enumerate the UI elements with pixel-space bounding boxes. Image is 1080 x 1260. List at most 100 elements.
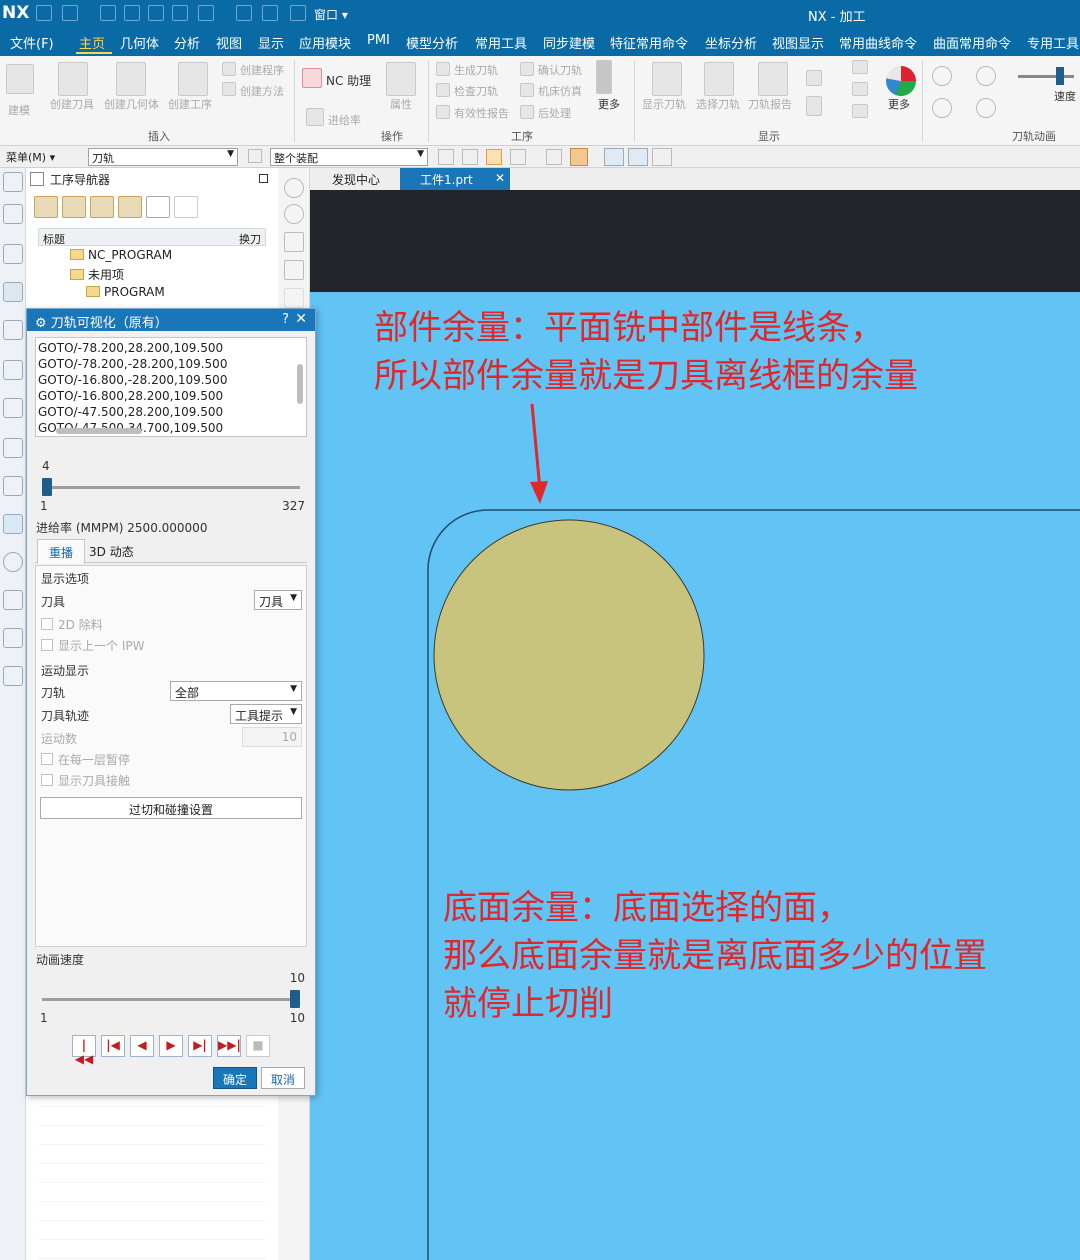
menu-button[interactable]: 菜单(M) ▾ [6, 149, 55, 165]
ribbon-check-path[interactable]: 检查刀轨 [454, 83, 498, 99]
hd3d-icon[interactable] [3, 476, 23, 496]
paste-icon[interactable] [148, 5, 164, 21]
delete-icon[interactable] [174, 196, 198, 218]
ok-button[interactable]: 确定 [213, 1067, 257, 1089]
filter-icon[interactable] [248, 149, 262, 163]
tool-trace-dropdown[interactable]: 工具提示 ▼ [230, 704, 302, 724]
close-button[interactable]: ✕ [295, 311, 307, 327]
create-tool-icon[interactable] [58, 62, 88, 96]
validity-report-icon[interactable] [436, 105, 450, 119]
tree-item-program[interactable]: PROGRAM [86, 285, 165, 299]
arrow-down-icon[interactable] [852, 104, 868, 118]
process-studio-icon[interactable] [3, 628, 23, 648]
modeling-icon[interactable] [6, 64, 34, 94]
tab-3d-dynamic[interactable]: 3D 动态 [89, 543, 143, 560]
show-path-icon[interactable] [652, 62, 682, 96]
mcs-icon[interactable] [604, 148, 624, 166]
cube-icon[interactable] [570, 148, 588, 166]
play-reverse-button[interactable]: ◀ [130, 1035, 154, 1057]
snap-icon[interactable] [438, 149, 454, 165]
tree-item-nc-program[interactable]: NC_PROGRAM [70, 248, 172, 262]
menu-feature-commands[interactable]: 特征常用命令 [610, 33, 688, 52]
check-path-icon[interactable] [436, 83, 450, 97]
show-tool-contact-checkbox[interactable] [41, 774, 53, 786]
tree-item-unused[interactable]: 未用项 [70, 266, 124, 283]
rewind-to-start-button[interactable]: |◀◀ [72, 1035, 96, 1066]
show-hide-icon[interactable] [628, 148, 648, 166]
goto-line[interactable]: GOTO/-16.800,28.200,109.500 [38, 388, 304, 404]
assembly-dropdown[interactable]: 整个装配 ▼ [270, 148, 428, 166]
verify-path-icon[interactable] [520, 62, 534, 76]
menu-model-analysis[interactable]: 模型分析 [406, 33, 458, 52]
show-prev-ipw-checkbox[interactable] [41, 639, 53, 651]
column-tool-change[interactable]: 换刀 [239, 231, 261, 247]
select-body-icon[interactable] [486, 149, 502, 165]
window-menu[interactable]: 窗口 ▾ [314, 6, 348, 23]
menu-surface-commands[interactable]: 曲面常用命令 [933, 33, 1011, 52]
step-back-button[interactable]: |◀ [101, 1035, 125, 1057]
display-mode-icon[interactable] [284, 178, 304, 198]
motion-slider-thumb[interactable] [42, 478, 53, 496]
switch-window-icon[interactable] [290, 5, 306, 21]
copy-icon[interactable] [124, 5, 140, 21]
vertical-scrollbar[interactable] [297, 364, 303, 404]
generate-path-icon[interactable] [436, 62, 450, 76]
anim-prev-icon[interactable] [932, 66, 952, 86]
ribbon-properties[interactable]: 属性 [390, 96, 412, 112]
motion-count-input[interactable]: 10 [242, 727, 302, 747]
create-geometry-icon[interactable] [116, 62, 146, 96]
type-filter-dropdown[interactable]: 刀轨 ▼ [88, 148, 238, 166]
anim-back-icon[interactable] [932, 98, 952, 118]
horizontal-scrollbar[interactable] [56, 428, 142, 434]
anim-play-icon[interactable] [976, 66, 996, 86]
menu-display[interactable]: 显示 [258, 33, 284, 52]
color-wheel-icon[interactable] [886, 66, 916, 96]
close-icon[interactable]: ✕ [495, 171, 505, 185]
undo-icon[interactable] [62, 5, 78, 21]
ribbon-more-display[interactable]: 更多 [888, 96, 910, 112]
goto-list[interactable]: GOTO/-78.200,28.200,109.500 GOTO/-78.200… [35, 337, 307, 437]
ribbon-create-method[interactable]: 创建方法 [240, 83, 284, 99]
assembly-navigator-icon[interactable] [3, 244, 23, 264]
animation-speed-thumb[interactable] [290, 990, 300, 1008]
stop-button[interactable]: ■ [246, 1035, 270, 1057]
ribbon-more-process[interactable]: 更多 [598, 96, 620, 112]
goto-line[interactable]: GOTO/-16.800,-28.200,109.500 [38, 372, 304, 388]
menu-curve-commands[interactable]: 常用曲线命令 [839, 33, 917, 52]
menu-home[interactable]: 主页 [79, 33, 105, 52]
geometry-view-icon[interactable] [90, 196, 114, 218]
operation-navigator-icon[interactable] [3, 282, 23, 302]
expand-icon[interactable] [146, 196, 170, 218]
graphics-viewport[interactable]: 部件余量：平面铣中部件是线条， 所以部件余量就是刀具离线框的余量 底面余量：底面… [310, 190, 1080, 1260]
roles-icon[interactable] [3, 666, 23, 686]
settings-icon[interactable] [3, 172, 23, 192]
menu-sync-modeling[interactable]: 同步建模 [543, 33, 595, 52]
gouge-collision-settings-button[interactable]: 过切和碰撞设置 [40, 797, 302, 819]
ribbon-create-tool[interactable]: 创建刀具 [50, 96, 94, 112]
menu-special-tools[interactable]: 专用工具 [1027, 33, 1079, 52]
menu-geometry[interactable]: 几何体 [120, 33, 159, 52]
machine-view-icon[interactable] [62, 196, 86, 218]
cut-icon[interactable] [100, 5, 116, 21]
fast-forward-to-end-button[interactable]: ▶▶| [217, 1035, 241, 1057]
postprocess-icon[interactable] [520, 105, 534, 119]
ribbon-validity-report[interactable]: 有效性报告 [454, 105, 509, 121]
menu-pmi[interactable]: PMI [367, 33, 390, 48]
play-forward-button[interactable]: ▶ [159, 1035, 183, 1057]
ribbon-create-operation[interactable]: 创建工序 [168, 96, 212, 112]
machine-sim-icon[interactable] [520, 83, 534, 97]
create-operation-icon[interactable] [178, 62, 208, 96]
ribbon-nc-assistant[interactable]: NC 助理 [326, 72, 371, 89]
display-tool-icon[interactable] [806, 70, 822, 86]
select-component-icon[interactable] [510, 149, 526, 165]
step-forward-button[interactable]: ▶| [188, 1035, 212, 1057]
ribbon-postprocess[interactable]: 后处理 [538, 105, 571, 121]
ruler-icon[interactable] [284, 232, 304, 252]
ribbon-create-geometry[interactable]: 创建几何体 [104, 96, 159, 112]
motion-slider-track[interactable] [42, 486, 300, 489]
path-report-icon[interactable] [758, 62, 788, 96]
properties-icon[interactable] [386, 62, 416, 96]
select-feature-icon[interactable] [462, 149, 478, 165]
tab-replay[interactable]: 重播 [37, 539, 85, 564]
create-method-icon[interactable] [222, 82, 236, 96]
